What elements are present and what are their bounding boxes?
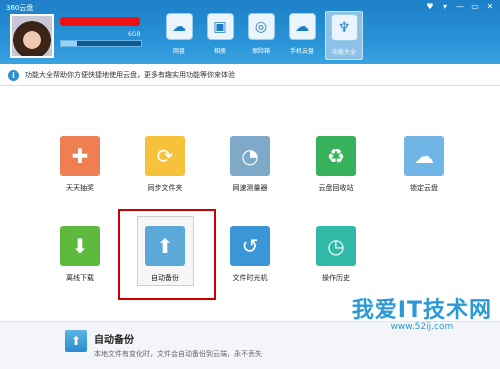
footer-description: 本地文件有变化时，文件会自动备份到云端，永不丢失 — [94, 350, 262, 358]
feature-label: 操作历史 — [322, 274, 350, 282]
feature-label: 离线下载 — [66, 274, 94, 282]
photo-icon: ▣ — [206, 13, 234, 40]
feature-tile-history[interactable]: ◷ 操作历史 — [301, 226, 371, 283]
mobile-cloud-icon: ☁ — [288, 13, 316, 40]
nav-item-mobile-cloud[interactable]: ☁ 手机云盘 — [284, 11, 320, 60]
info-icon: i — [8, 70, 19, 81]
feature-tile-time-machine[interactable]: ↺ 文件时光机 — [215, 226, 285, 283]
app-title: 360云盘 — [6, 4, 34, 12]
top-nav: ☁ 网盘 ▣ 相册 ◎ 保险箱 ☁ 手机云盘 ♆ 功能大全 — [161, 11, 363, 60]
watermark-text: 我爱IT技术网 — [351, 298, 492, 323]
feature-label: 同步文件夹 — [147, 184, 183, 192]
feature-label: 天天抽奖 — [66, 184, 94, 192]
avatar[interactable] — [10, 14, 54, 58]
menu-dropdown-icon[interactable]: ▾ — [439, 2, 451, 12]
info-bar: i 功能大全帮助你方便快捷地使用云盘，更多有趣实用功能等你来体验 — [0, 64, 500, 86]
feature-tile-recycle-bin[interactable]: ♻ 云盘回收站 — [301, 136, 371, 193]
toolbox-icon: ♆ — [330, 14, 358, 41]
quota-text: 6GB — [128, 31, 141, 38]
quota-fill — [61, 41, 77, 46]
feature-label: 云盘回收站 — [318, 184, 354, 192]
nav-item-safe[interactable]: ◎ 保险箱 — [243, 11, 279, 60]
speedometer-icon: ◔ — [230, 136, 270, 176]
cloud-drive-icon: ☁ — [165, 13, 193, 40]
safe-icon: ◎ — [247, 13, 275, 40]
lottery-icon: ✚ — [60, 136, 100, 176]
auto-backup-icon: ⬆ — [65, 330, 87, 352]
feature-label: 网速测量器 — [232, 184, 268, 192]
maximize-icon[interactable]: ▭ — [469, 2, 481, 12]
feature-grid: ✚ 天天抽奖 ⟳ 同步文件夹 ◔ 网速测量器 ♻ 云盘回收站 ☁ 锁定云盘 ⬇ … — [0, 86, 500, 321]
watermark: 我爱IT技术网 www.52ij.com — [352, 292, 492, 332]
sync-folder-icon: ⟳ — [145, 136, 185, 176]
nav-item-toolbox[interactable]: ♆ 功能大全 — [325, 11, 363, 60]
nav-label: 功能大全 — [331, 49, 356, 56]
lock-cloud-icon: ☁ — [404, 136, 444, 176]
highlight-box — [118, 209, 216, 300]
history-icon: ◷ — [316, 226, 356, 266]
nav-label: 保险箱 — [251, 48, 270, 55]
feature-tile-lock-cloud[interactable]: ☁ 锁定云盘 — [389, 136, 459, 193]
minimize-icon[interactable]: — — [454, 2, 466, 12]
recycle-bin-icon: ♻ — [316, 136, 356, 176]
nav-item-photos[interactable]: ▣ 相册 — [202, 11, 238, 60]
nav-label: 手机云盘 — [289, 48, 314, 55]
footer-title: 自动备份 — [94, 335, 134, 346]
feature-label: 锁定云盘 — [410, 184, 438, 192]
nav-label: 网盘 — [172, 48, 185, 55]
info-text: 功能大全帮助你方便快捷地使用云盘，更多有趣实用功能等你来体验 — [25, 71, 235, 79]
username-redacted — [60, 17, 140, 26]
app-header: 360云盘 ♥ ▾ — ▭ ✕ 6GB ☁ 网盘 ▣ 相册 ◎ 保险箱 ☁ 手机… — [0, 0, 500, 64]
feature-tile-offline-download[interactable]: ⬇ 离线下载 — [45, 226, 115, 283]
close-icon[interactable]: ✕ — [484, 2, 496, 12]
feature-label: 文件时光机 — [232, 274, 268, 282]
feature-tile-speedometer[interactable]: ◔ 网速测量器 — [215, 136, 285, 193]
nav-item-cloud-drive[interactable]: ☁ 网盘 — [161, 11, 197, 60]
quota-bar — [60, 40, 142, 47]
feature-tile-sync-folder[interactable]: ⟳ 同步文件夹 — [130, 136, 200, 193]
feature-tile-lottery[interactable]: ✚ 天天抽奖 — [45, 136, 115, 193]
time-machine-icon: ↺ — [230, 226, 270, 266]
window-controls: ♥ ▾ — ▭ ✕ — [424, 2, 496, 12]
favorite-icon[interactable]: ♥ — [424, 2, 436, 12]
offline-download-icon: ⬇ — [60, 226, 100, 266]
nav-label: 相册 — [213, 48, 226, 55]
